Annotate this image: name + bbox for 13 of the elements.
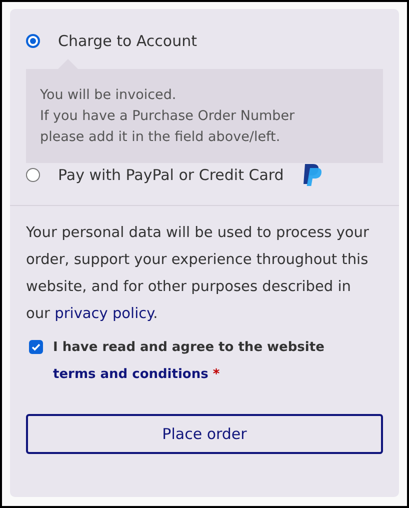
checkbox[interactable] (29, 340, 43, 354)
payment-method-label[interactable]: Pay with PayPal or Credit Card (58, 166, 284, 184)
payment-method-label[interactable]: Charge to Account (58, 32, 197, 50)
place-order-button[interactable]: Place order (26, 414, 383, 454)
paypal-logo-icon (302, 163, 322, 187)
payment-description: You will be invoiced. If you have a Purchase Order Number please add it in the field above/left. (26, 69, 383, 163)
radio-button[interactable] (26, 168, 40, 182)
privacy-policy-link[interactable]: privacy policy (54, 306, 154, 322)
privacy-notice: Your personal data will be used to process your order, support your experience throughout this website, and for other purposes described in our privacy policy. (26, 224, 370, 324)
radio-button[interactable] (26, 34, 40, 48)
checkmark-icon (31, 342, 41, 352)
terms-link[interactable]: terms and conditions (53, 367, 208, 382)
terms-label: I have read and agree to the website terms and conditions * (53, 339, 326, 384)
